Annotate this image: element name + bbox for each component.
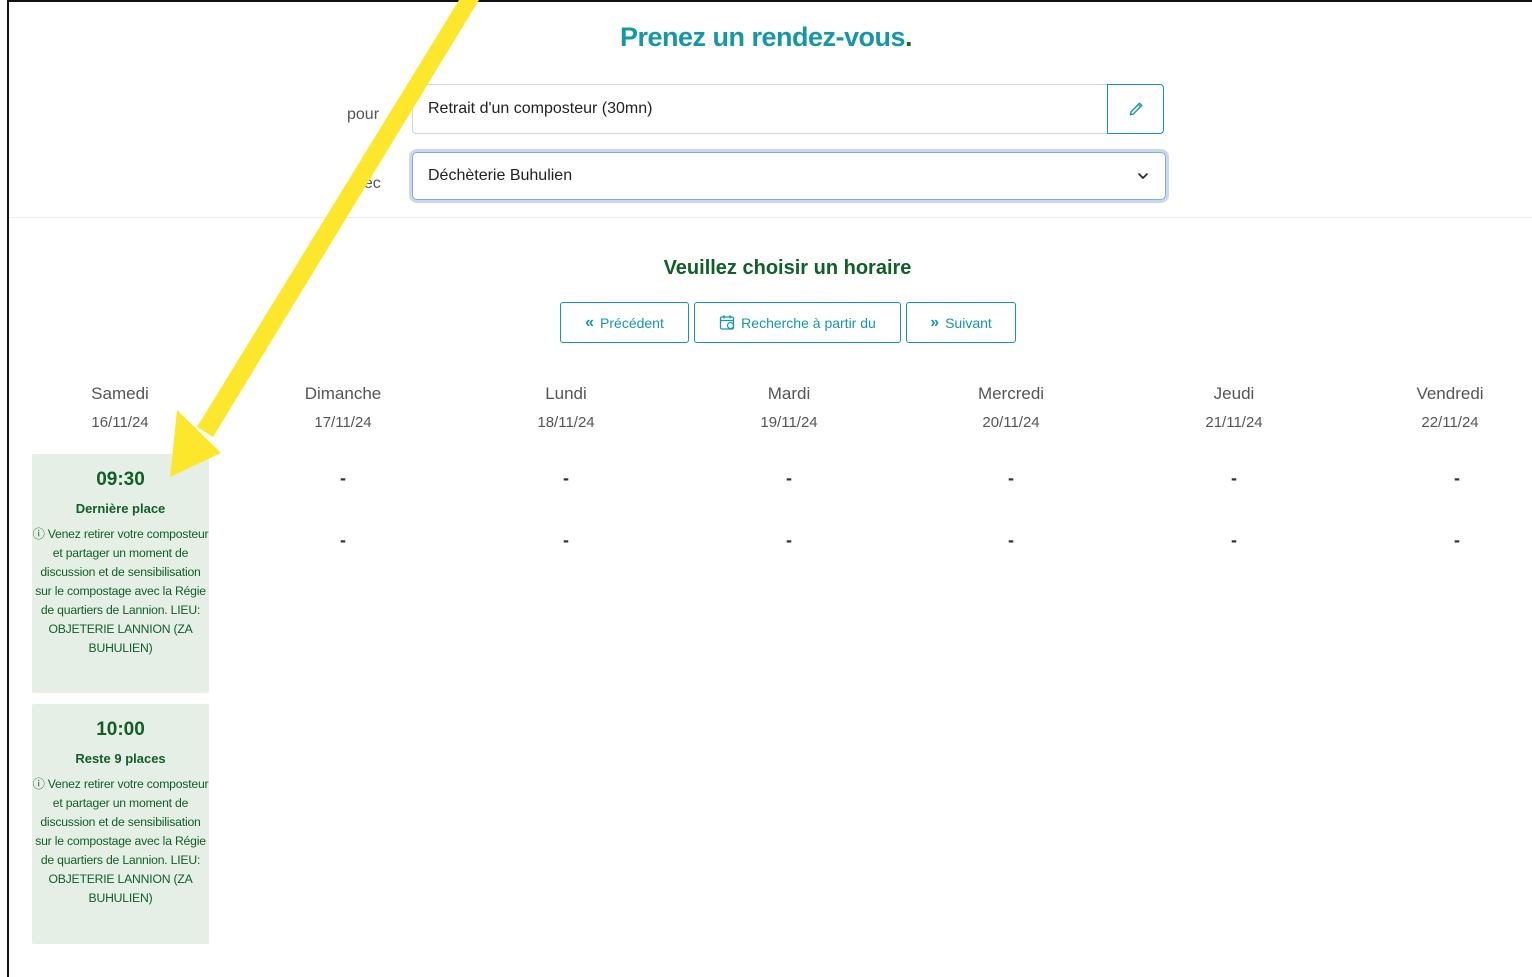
next-label: Suivant — [945, 314, 992, 331]
no-slot-marker: - — [786, 530, 792, 550]
pour-label: pour — [347, 106, 380, 123]
edit-service-button[interactable] — [1107, 84, 1164, 134]
slot-info: ⓘ Venez retirer votre composteur et part… — [32, 777, 209, 905]
no-slot-marker: - — [1231, 468, 1237, 488]
day-column-header: Dimanche 17/11/24 — [263, 384, 423, 431]
slot-time: 09:30 — [96, 469, 145, 490]
no-slot-marker: - — [786, 468, 792, 488]
slot-time: 10:00 — [96, 719, 145, 740]
day-name: Mercredi — [977, 384, 1045, 403]
day-date: 22/11/24 — [1421, 414, 1479, 431]
service-input-group: Retrait d'un composteur (30mn) — [412, 84, 1164, 134]
time-slot-card[interactable]: 09:30 Dernière place ⓘ Venez retirer vot… — [32, 454, 209, 693]
title-dot: . — [905, 22, 913, 52]
day-date: 20/11/24 — [982, 414, 1040, 431]
slot-info: ⓘ Venez retirer votre composteur et part… — [32, 527, 209, 655]
previous-button[interactable]: « Précédent — [560, 302, 689, 343]
schedule-heading: Veuillez choisir un horaire — [663, 257, 912, 279]
screenshot-frame — [7, 0, 1532, 977]
day-name: Jeudi — [1213, 384, 1255, 403]
service-field[interactable]: Retrait d'un composteur (30mn) — [412, 84, 1107, 134]
slot-availability: Reste 9 places — [75, 751, 166, 766]
no-slot-marker: - — [340, 468, 346, 488]
double-chevron-right-icon: » — [930, 313, 939, 331]
location-select-value: Déchèterie Buhulien — [428, 167, 573, 184]
location-select[interactable]: Déchèterie Buhulien — [412, 152, 1166, 200]
page-title: Prenez un rendez-vous. — [619, 22, 913, 52]
day-date: 19/11/24 — [760, 414, 818, 431]
previous-label: Précédent — [600, 314, 664, 331]
day-date: 18/11/24 — [537, 414, 595, 431]
no-slot-marker: - — [1454, 468, 1460, 488]
day-date: 16/11/24 — [91, 414, 149, 431]
day-column-header: Vendredi 22/11/24 — [1370, 384, 1530, 431]
no-slot-marker: - — [563, 468, 569, 488]
no-slot-marker: - — [563, 530, 569, 550]
day-name: Dimanche — [304, 384, 382, 403]
day-column-header: Mardi 19/11/24 — [709, 384, 869, 431]
day-column-header: Mercredi 20/11/24 — [931, 384, 1091, 431]
search-from-date-button[interactable]: Recherche à partir du — [694, 302, 901, 343]
calendar-icon — [720, 315, 735, 330]
double-chevron-left-icon: « — [585, 313, 594, 331]
search-from-date-label: Recherche à partir du — [741, 314, 876, 331]
no-slot-marker: - — [1454, 530, 1460, 550]
pencil-icon — [1129, 102, 1142, 116]
section-divider — [9, 217, 1532, 218]
no-slot-marker: - — [1008, 468, 1014, 488]
no-slot-marker: - — [1231, 530, 1237, 550]
day-name: Samedi — [91, 384, 149, 403]
day-name: Mardi — [767, 384, 811, 403]
next-button[interactable]: » Suivant — [906, 302, 1016, 343]
no-slot-marker: - — [340, 530, 346, 550]
avec-label: avec — [347, 175, 381, 192]
day-date: 21/11/24 — [1205, 414, 1263, 431]
day-column-header: Lundi 18/11/24 — [486, 384, 646, 431]
chevron-down-icon — [1138, 173, 1148, 179]
no-slot-marker: - — [1008, 530, 1014, 550]
day-column-header: Samedi 16/11/24 — [40, 384, 200, 431]
day-name: Lundi — [545, 384, 587, 403]
day-date: 17/11/24 — [314, 414, 372, 431]
day-name: Vendredi — [1416, 384, 1484, 403]
time-slot-card[interactable]: 10:00 Reste 9 places ⓘ Venez retirer vot… — [32, 704, 209, 944]
day-column-header: Jeudi 21/11/24 — [1154, 384, 1314, 431]
slot-availability: Dernière place — [75, 501, 166, 516]
